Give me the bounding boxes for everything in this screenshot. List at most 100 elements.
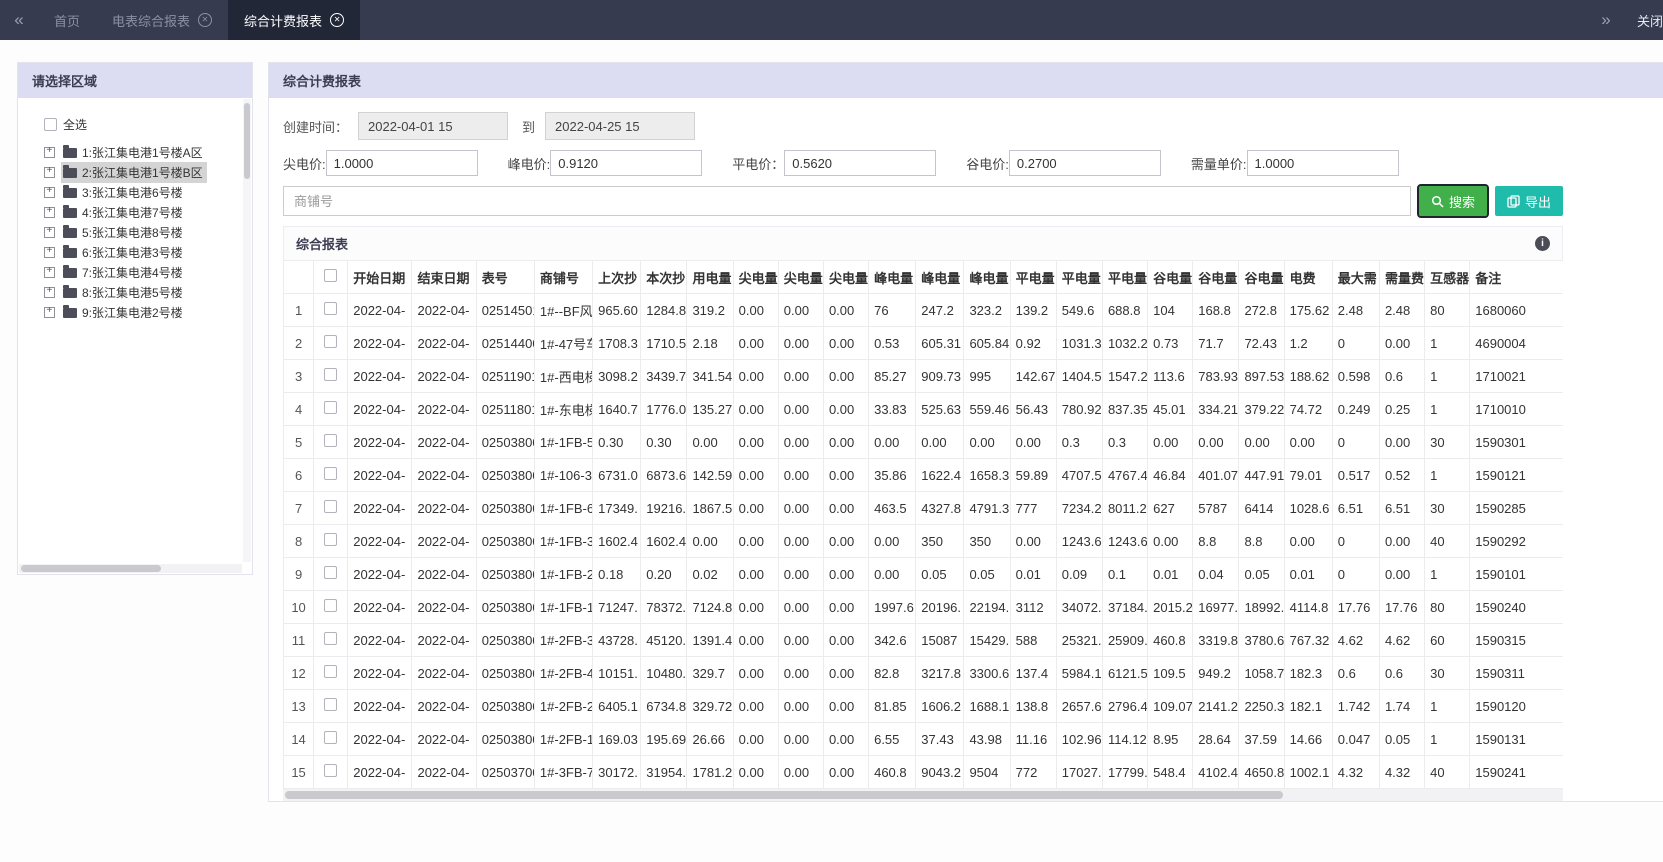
tree-item-body[interactable]: 6:张江集电港3号楼 <box>61 242 187 263</box>
price-input-2[interactable] <box>784 150 937 176</box>
tree-item[interactable]: 9:张江集电港2号楼 <box>24 302 242 322</box>
table-cell: 1.2 <box>1283 326 1333 360</box>
table-cell: 0 <box>1331 524 1380 558</box>
select-all-checkbox[interactable] <box>44 117 57 131</box>
tab-0[interactable]: 首页 <box>38 0 96 40</box>
row-checkbox[interactable] <box>324 632 338 645</box>
table-cell: 1391.4 <box>686 623 734 657</box>
shop-number-input[interactable] <box>283 186 1411 216</box>
row-checkbox[interactable] <box>324 335 338 348</box>
row-checkbox[interactable] <box>324 467 338 480</box>
tree-item[interactable]: 7:张江集电港4号楼 <box>24 262 242 282</box>
expand-icon[interactable] <box>44 145 55 158</box>
expand-icon[interactable] <box>44 285 55 298</box>
tree-item-body[interactable]: 1:张江集电港1号楼A区 <box>61 142 207 163</box>
table-cell: 0.00 <box>732 755 779 789</box>
date-from-input[interactable] <box>358 112 509 140</box>
expand-icon[interactable] <box>44 185 55 198</box>
table-cell: 0.00 <box>732 722 779 756</box>
scrollbar-thumb[interactable] <box>285 791 1284 799</box>
forward-tabs-icon[interactable]: » <box>1587 10 1625 30</box>
row-checkbox[interactable] <box>324 500 338 513</box>
table-cell: 1#-1FB-6 <box>533 491 594 525</box>
report-section-header: 综合报表 <box>283 226 1563 260</box>
tab-close-icon[interactable]: ✕ <box>330 13 345 27</box>
row-checkbox[interactable] <box>324 665 338 678</box>
table-cell: 2015.2 <box>1147 590 1194 624</box>
scrollbar-thumb[interactable] <box>21 565 161 572</box>
info-icon[interactable] <box>1535 236 1550 251</box>
table-cell: 14.66 <box>1283 722 1333 756</box>
tree-item-body[interactable]: 4:张江集电港7号楼 <box>61 202 187 223</box>
search-button[interactable]: 搜索 <box>1416 184 1489 218</box>
row-checkbox[interactable] <box>324 401 338 414</box>
table-cell: 1710.5 <box>640 326 688 360</box>
tree-item[interactable]: 8:张江集电港5号楼 <box>24 282 242 302</box>
tab-1[interactable]: 电表综合报表 ✕ <box>96 0 228 40</box>
sidebar-vertical-scrollbar[interactable] <box>243 99 251 562</box>
table-cell: 85.27 <box>868 359 917 393</box>
column-header: 上次抄 <box>592 260 642 294</box>
date-to-input[interactable] <box>545 112 696 140</box>
tree-item[interactable]: 6:张江集电港3号楼 <box>24 242 242 262</box>
row-checkbox-cell <box>313 623 349 657</box>
expand-icon[interactable] <box>44 225 55 238</box>
table-cell: 1284.8 <box>640 293 688 327</box>
tree-item-body[interactable]: 7:张江集电港4号楼 <box>61 262 187 283</box>
price-input-0[interactable] <box>325 150 478 176</box>
column-header: 尖电量 <box>732 260 779 294</box>
price-input-3[interactable] <box>1008 150 1161 176</box>
row-checkbox[interactable] <box>324 599 338 612</box>
tree-item-body[interactable]: 3:张江集电港6号楼 <box>61 182 187 203</box>
row-checkbox[interactable] <box>324 434 338 447</box>
table-cell: 2022-04- <box>411 623 477 657</box>
expand-icon[interactable] <box>44 165 55 178</box>
close-actions-menu[interactable]: 关闭操作 <box>1637 11 1663 30</box>
table-cell: 3319.8 <box>1192 623 1240 657</box>
tree-item[interactable]: 3:张江集电港6号楼 <box>24 182 242 202</box>
sidebar-horizontal-scrollbar[interactable] <box>19 564 242 573</box>
expand-icon[interactable] <box>44 305 55 318</box>
header-checkbox[interactable] <box>324 269 338 282</box>
tree-item-body[interactable]: 2:张江集电港1号楼B区 <box>61 161 207 183</box>
row-number: 5 <box>283 425 315 459</box>
tree-item-body[interactable]: 5:张江集电港8号楼 <box>61 222 187 243</box>
table-cell: 0.01 <box>1283 557 1333 591</box>
price-input-1[interactable] <box>550 150 703 176</box>
tab-close-icon[interactable]: ✕ <box>198 13 213 27</box>
row-checkbox[interactable] <box>324 764 338 777</box>
tree-item[interactable]: 5:张江集电港8号楼 <box>24 222 242 242</box>
row-checkbox[interactable] <box>324 566 338 579</box>
collapse-tabs-icon[interactable]: « <box>0 0 38 40</box>
table-cell: 1606.2 <box>915 689 965 723</box>
row-checkbox[interactable] <box>324 731 338 744</box>
tree-item[interactable]: 4:张江集电港7号楼 <box>24 202 242 222</box>
row-checkbox-cell <box>313 458 349 492</box>
tree-item[interactable]: 2:张江集电港1号楼B区 <box>24 161 242 183</box>
row-checkbox[interactable] <box>324 533 338 546</box>
tab-bar: « 首页 电表综合报表 ✕ 综合计费报表 ✕ » 关闭操作 <box>0 0 1663 40</box>
select-all-row[interactable]: 全选 <box>24 114 242 134</box>
tree-item-body[interactable]: 9:张江集电港2号楼 <box>61 302 187 323</box>
table-cell: 1#-东电梯 <box>533 392 594 426</box>
table-cell: 0.20 <box>640 557 688 591</box>
scrollbar-thumb[interactable] <box>244 103 250 179</box>
row-checkbox[interactable] <box>324 302 338 315</box>
tab-2[interactable]: 综合计费报表 ✕ <box>228 0 361 40</box>
export-button[interactable]: 导出 <box>1494 186 1563 216</box>
row-checkbox[interactable] <box>324 698 338 711</box>
table-cell: 7234.2 <box>1055 491 1103 525</box>
expand-icon[interactable] <box>44 205 55 218</box>
tree-item-body[interactable]: 8:张江集电港5号楼 <box>61 282 187 303</box>
table-cell: 688.8 <box>1101 293 1149 327</box>
row-checkbox[interactable] <box>324 368 338 381</box>
table-cell: 2022-04- <box>411 293 477 327</box>
expand-icon[interactable] <box>44 265 55 278</box>
tree-item[interactable]: 1:张江集电港1号楼A区 <box>24 142 242 162</box>
table-cell: 2022-04- <box>347 755 413 789</box>
table-horizontal-scrollbar[interactable] <box>283 789 1563 801</box>
column-header: 需量费 <box>1378 260 1426 294</box>
expand-icon[interactable] <box>44 245 55 258</box>
region-panel-title: 请选择区域 <box>18 63 252 98</box>
price-input-4[interactable] <box>1246 150 1399 176</box>
